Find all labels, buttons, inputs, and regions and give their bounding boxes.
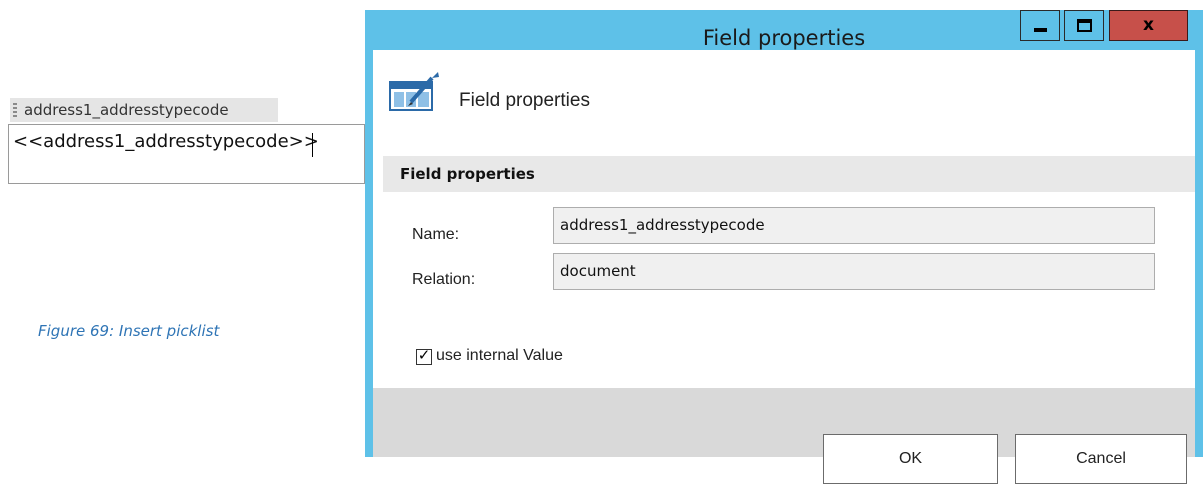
use-internal-value-label[interactable]: use internal Value [436,347,563,365]
relation-field[interactable]: document [553,253,1155,290]
name-field[interactable]: address1_addresstypecode [553,207,1155,244]
ok-button[interactable]: OK [823,434,998,484]
dialog-footer: OK Cancel [373,388,1195,484]
table-edit-icon [389,72,439,111]
section-header: Field properties [383,156,1195,192]
merge-field-content-box[interactable]: <<address1_addresstypecode>> [8,124,365,184]
use-internal-value-checkbox[interactable]: ✓ [416,346,432,365]
minimize-icon [1034,28,1047,32]
checkmark-icon: ✓ [417,346,431,364]
text-caret [312,133,313,157]
relation-label: Relation: [412,271,476,288]
figure-caption: Figure 69: Insert picklist [38,322,220,340]
merge-field-tag: address1_addresstypecode [10,98,278,122]
close-icon: x [1143,15,1154,35]
minimize-button[interactable] [1020,10,1060,41]
drag-grip-icon[interactable] [13,103,17,117]
dialog-body: Field properties Field properties Name: … [373,50,1195,484]
name-label: Name: [412,226,460,243]
maximize-button[interactable] [1064,10,1104,41]
dialog-header-title: Field properties [459,90,590,111]
close-button[interactable]: x [1109,10,1188,41]
maximize-icon [1077,19,1092,32]
field-tag-label: address1_addresstypecode [24,101,229,119]
merge-field-text[interactable]: <<address1_addresstypecode>> [13,131,319,152]
field-properties-window: Field properties x Field properties Fiel… [365,10,1203,484]
cancel-button[interactable]: Cancel [1015,434,1187,484]
